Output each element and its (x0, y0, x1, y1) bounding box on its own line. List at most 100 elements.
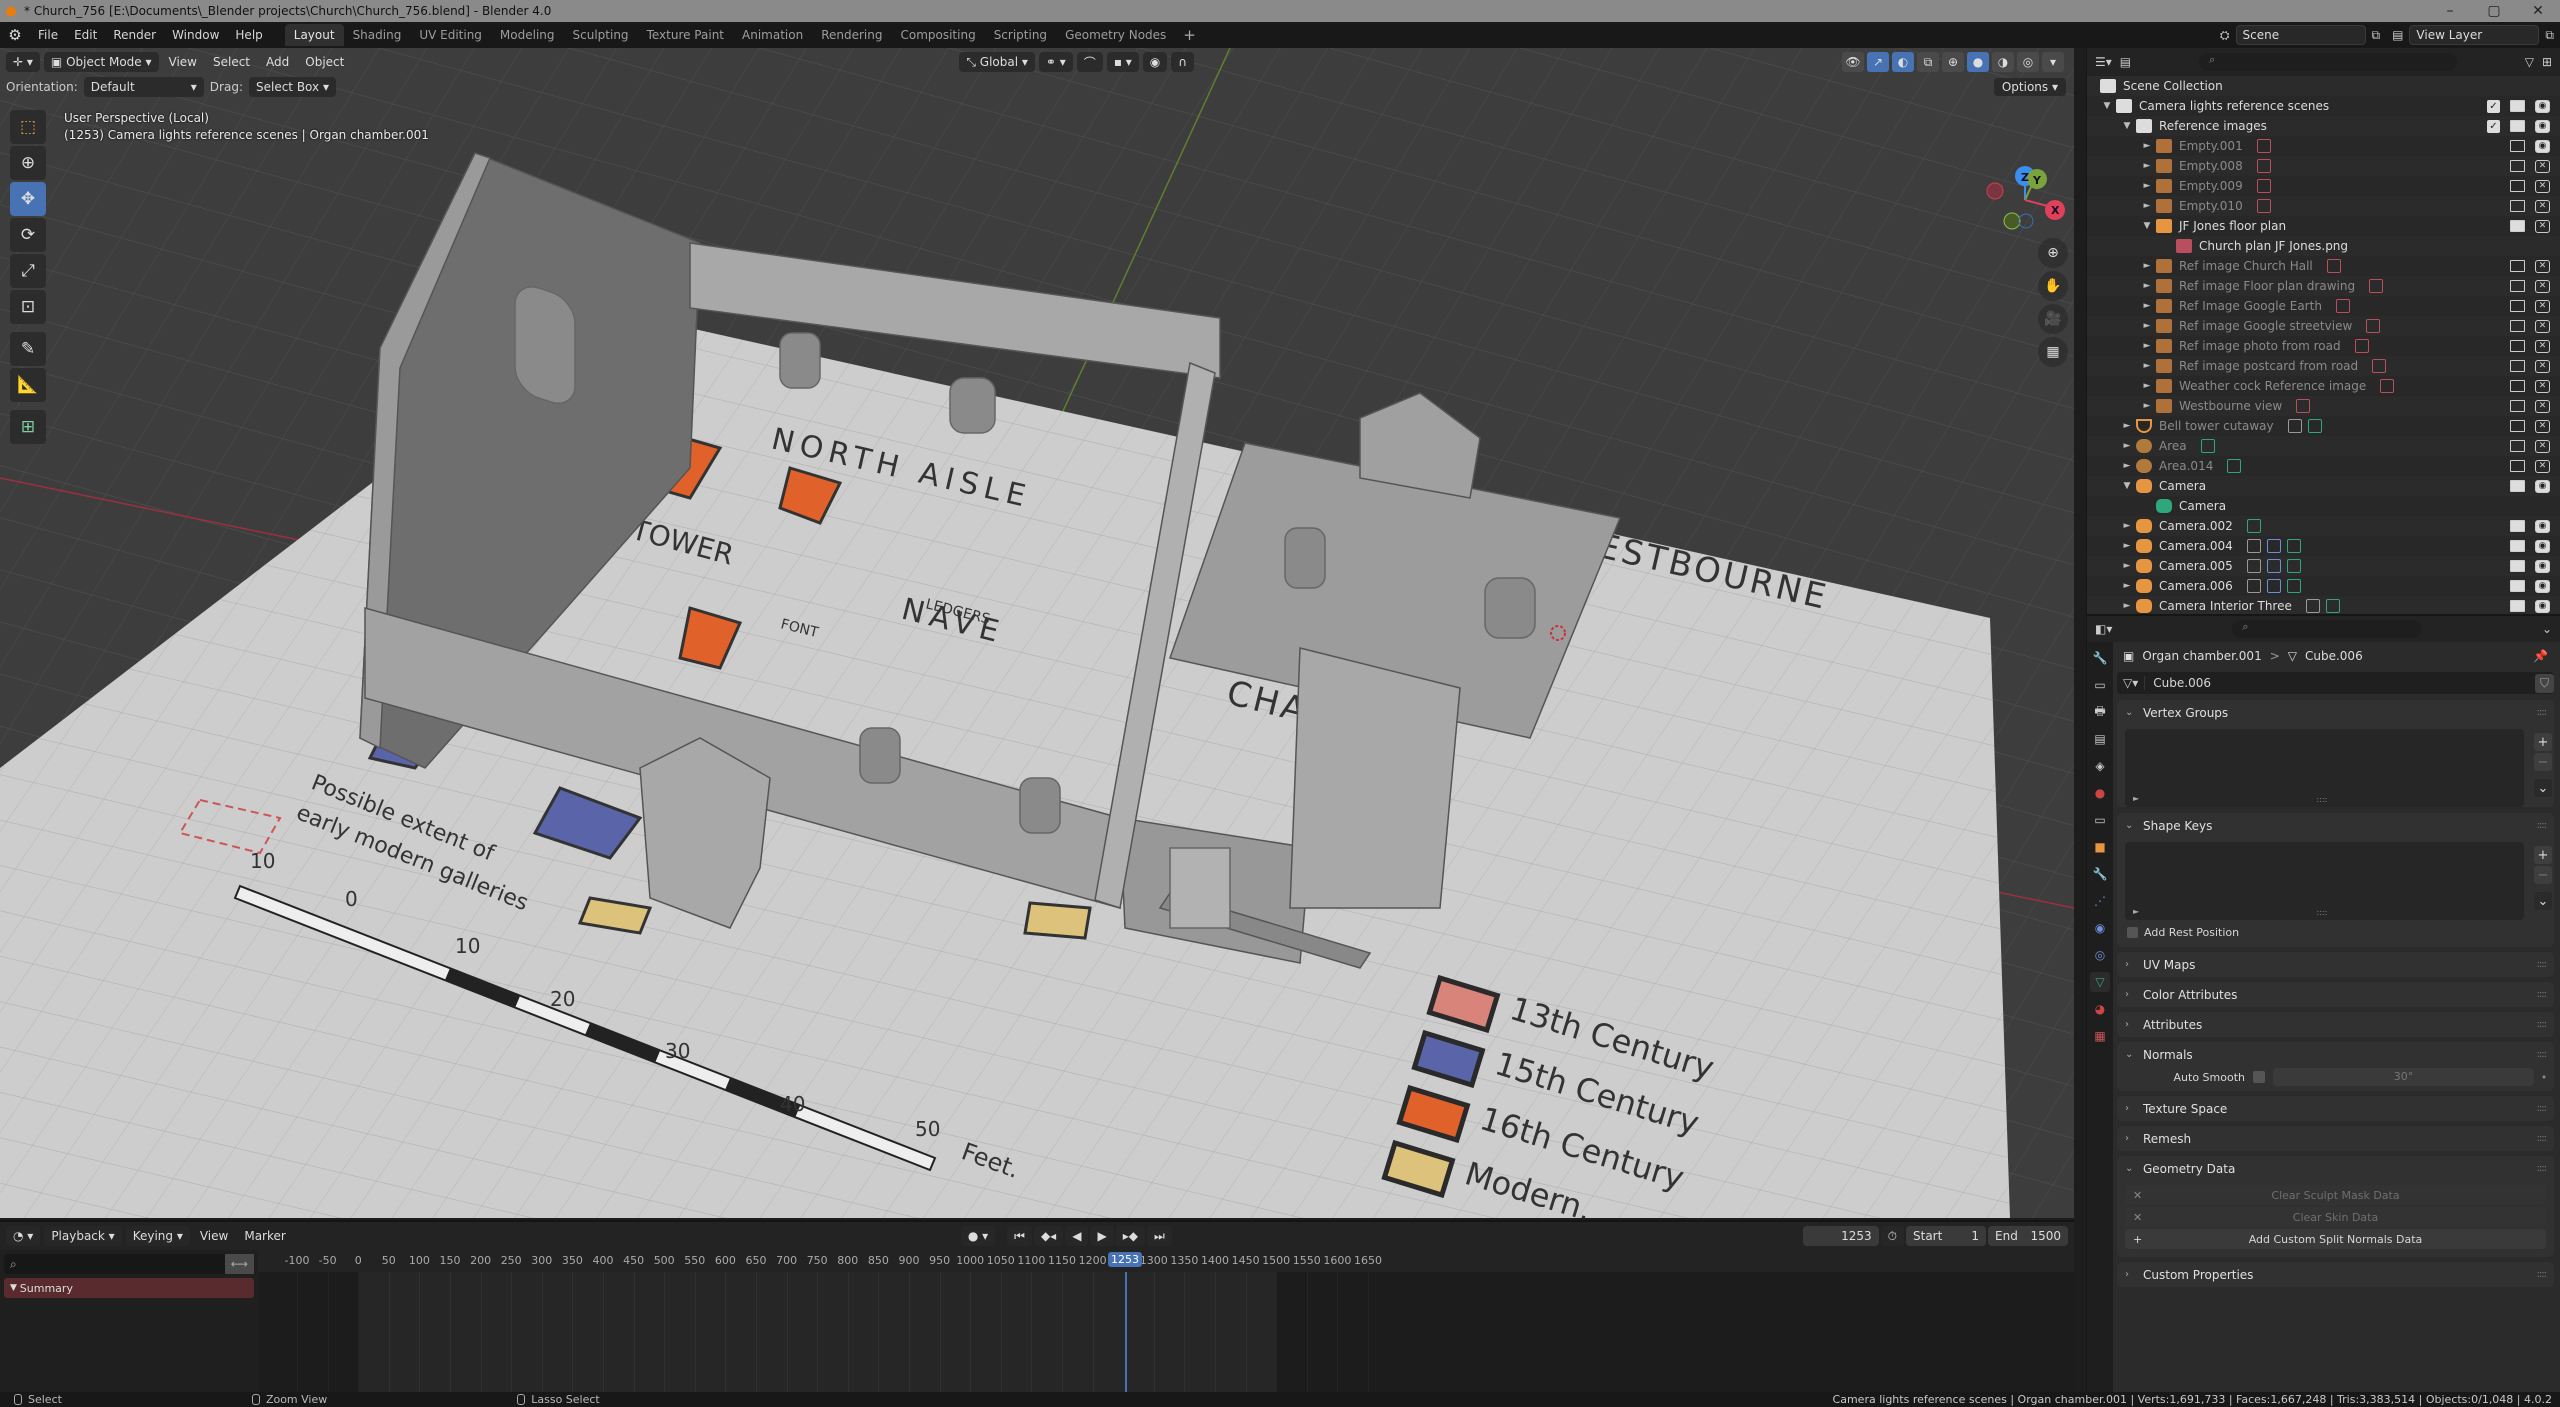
workspace-tab-scripting[interactable]: Scripting (985, 24, 1056, 46)
workspace-tab-rendering[interactable]: Rendering (812, 24, 891, 46)
tab-scene[interactable]: ◈ (2090, 756, 2110, 776)
render-visibility-icon[interactable]: ✕ (2535, 379, 2550, 393)
scene-selector[interactable]: Scene (2235, 25, 2366, 45)
expand-arrow-icon[interactable]: ► (2141, 301, 2153, 311)
expand-arrow-icon[interactable]: ► (2141, 261, 2153, 271)
tab-texture[interactable]: ▦ (2090, 1026, 2110, 1046)
outliner-row[interactable]: ► Area ✕ (2087, 436, 2560, 456)
outliner-row[interactable]: ► Ref image Google streetview ✕ (2087, 316, 2560, 336)
image-data-icon[interactable] (2369, 279, 2384, 293)
keyframe-dot-icon[interactable]: • (2534, 1071, 2554, 1084)
drag-handle-icon[interactable]: :::: (2537, 959, 2548, 970)
add-workspace-button[interactable]: + (1175, 26, 1204, 44)
drag-setting-selector[interactable]: Select Box ▾ (248, 77, 336, 97)
expand-arrow-icon[interactable]: ► (2141, 281, 2153, 291)
menu-window[interactable]: Window (164, 28, 227, 42)
viewport-visibility-icon[interactable] (2510, 160, 2525, 172)
menu-add[interactable]: Add (260, 55, 295, 69)
collapse-arrow-icon[interactable]: ▼ (2121, 481, 2133, 491)
blender-menu-icon[interactable]: ⚙ (0, 26, 30, 44)
options-button[interactable]: Options ▾ (1993, 78, 2066, 96)
viewport-visibility-icon[interactable] (2510, 320, 2525, 332)
render-visibility-icon[interactable]: ◉ (2535, 559, 2550, 573)
proportional-edit-toggle[interactable]: ◉ (1142, 52, 1168, 72)
add-shape-key-button[interactable]: + (2534, 846, 2552, 864)
outliner-row[interactable]: ▼ Camera lights reference scenes ✓ ◉ (2087, 96, 2560, 116)
texture-space-header[interactable]: › Texture Space:::: (2117, 1096, 2554, 1121)
tab-world[interactable]: ● (2090, 783, 2110, 803)
drag-handle-icon[interactable]: :::: (2537, 1163, 2548, 1174)
modifier-icon[interactable] (2246, 539, 2261, 553)
vertex-group-specials-button[interactable]: ⌄ (2534, 779, 2552, 797)
list-resize-handle[interactable]: :::: (2317, 908, 2328, 917)
image-data-icon[interactable] (2335, 299, 2350, 313)
viewport-visibility-icon[interactable] (2510, 100, 2525, 112)
start-frame-field[interactable]: Start 1 (1906, 1226, 1986, 1246)
outliner-row[interactable]: ► Bell tower cutaway ✕ (2087, 416, 2560, 436)
remove-shape-key-button[interactable]: − (2534, 866, 2552, 884)
tab-physics[interactable]: ◉ (2090, 918, 2110, 938)
expand-arrow-icon[interactable]: ► (2141, 401, 2153, 411)
menu-view[interactable]: View (163, 55, 203, 69)
camera-data-icon[interactable] (2286, 539, 2301, 553)
drag-handle-icon[interactable]: :::: (2537, 1133, 2548, 1144)
expand-arrow-icon[interactable]: ► (2141, 141, 2153, 151)
image-data-icon[interactable] (2380, 379, 2395, 393)
render-visibility-icon[interactable]: ✕ (2535, 359, 2550, 373)
pan-view-button[interactable]: ✋ (2038, 271, 2068, 301)
end-frame-field[interactable]: End 1500 (1988, 1226, 2068, 1246)
outliner-row[interactable]: ► Empty.001 ◉ (2087, 136, 2560, 156)
menu-file[interactable]: File (30, 28, 66, 42)
mesh-data-icon[interactable] (2307, 419, 2322, 433)
modifier-icon[interactable] (2305, 599, 2320, 613)
outliner-row[interactable]: Church plan JF Jones.png (2087, 236, 2560, 256)
viewport-visibility-icon[interactable] (2510, 340, 2525, 352)
render-visibility-icon[interactable]: ✕ (2535, 279, 2550, 293)
viewport-visibility-icon[interactable] (2510, 300, 2525, 312)
maximize-button[interactable]: ▢ (2472, 3, 2516, 19)
menu-object[interactable]: Object (299, 55, 350, 69)
workspace-tab-shading[interactable]: Shading (344, 24, 411, 46)
viewport-visibility-icon[interactable] (2510, 440, 2525, 452)
render-visibility-icon[interactable]: ✕ (2535, 299, 2550, 313)
tab-tool[interactable]: 🔧 (2090, 648, 2110, 668)
properties-options-icon[interactable]: ⌄ (2542, 622, 2552, 636)
light-data-icon[interactable] (2200, 439, 2215, 453)
image-data-icon[interactable] (2366, 319, 2381, 333)
outliner-row[interactable]: ► Camera.006 ◉ (2087, 576, 2560, 596)
proportional-falloff-selector[interactable]: ∩ (1171, 52, 1195, 72)
material-shading-button[interactable]: ◑ (1992, 52, 2014, 72)
viewport-visibility-icon[interactable] (2510, 460, 2525, 472)
expand-arrow-icon[interactable]: ► (2121, 541, 2133, 551)
sync-arrows-icon[interactable]: ⟷ (224, 1254, 254, 1274)
exclude-checkbox[interactable]: ✓ (2487, 119, 2500, 133)
drag-handle-icon[interactable]: :::: (2537, 1269, 2548, 1280)
new-scene-icon[interactable]: ⧉ (2372, 28, 2381, 43)
outliner-row[interactable]: ▼ JF Jones floor plan ✕ (2087, 216, 2560, 236)
outliner-row[interactable]: ▼ Camera ◉ (2087, 476, 2560, 496)
menu-edit[interactable]: Edit (66, 28, 105, 42)
workspace-tab-uv-editing[interactable]: UV Editing (410, 24, 491, 46)
expand-arrow-icon[interactable]: ► (2121, 421, 2133, 431)
camera-data-icon[interactable] (2286, 559, 2301, 573)
viewport-visibility-icon[interactable] (2510, 360, 2525, 372)
list-expand-icon[interactable]: ► (2133, 794, 2139, 803)
render-visibility-icon[interactable]: ✕ (2535, 419, 2550, 433)
scene-collection-row[interactable]: Scene Collection (2087, 76, 2560, 96)
viewport-visibility-icon[interactable] (2510, 580, 2525, 592)
snap-target-selector[interactable]: ▪ ▾ (1106, 52, 1139, 72)
play-button[interactable]: ▶ (1090, 1226, 1114, 1246)
viewport-visibility-icon[interactable] (2510, 380, 2525, 392)
image-data-icon[interactable] (2256, 159, 2271, 173)
camera-data-icon[interactable] (2325, 599, 2340, 613)
menu-help[interactable]: Help (227, 28, 270, 42)
orientation-setting-selector[interactable]: Default ▾ (83, 77, 204, 97)
play-reverse-button[interactable]: ◀ (1065, 1226, 1089, 1246)
current-frame-field[interactable]: 1253 (1802, 1226, 1879, 1246)
outliner-row[interactable]: ► Westbourne view ✕ (2087, 396, 2560, 416)
render-visibility-icon[interactable]: ✕ (2535, 399, 2550, 413)
expand-arrow-icon[interactable]: ► (2141, 321, 2153, 331)
marker-menu[interactable]: Marker (238, 1229, 291, 1243)
shape-keys-list[interactable]: ► :::: + − ⌄ (2125, 842, 2552, 920)
camera-view-button[interactable]: 🎥 (2038, 304, 2068, 334)
